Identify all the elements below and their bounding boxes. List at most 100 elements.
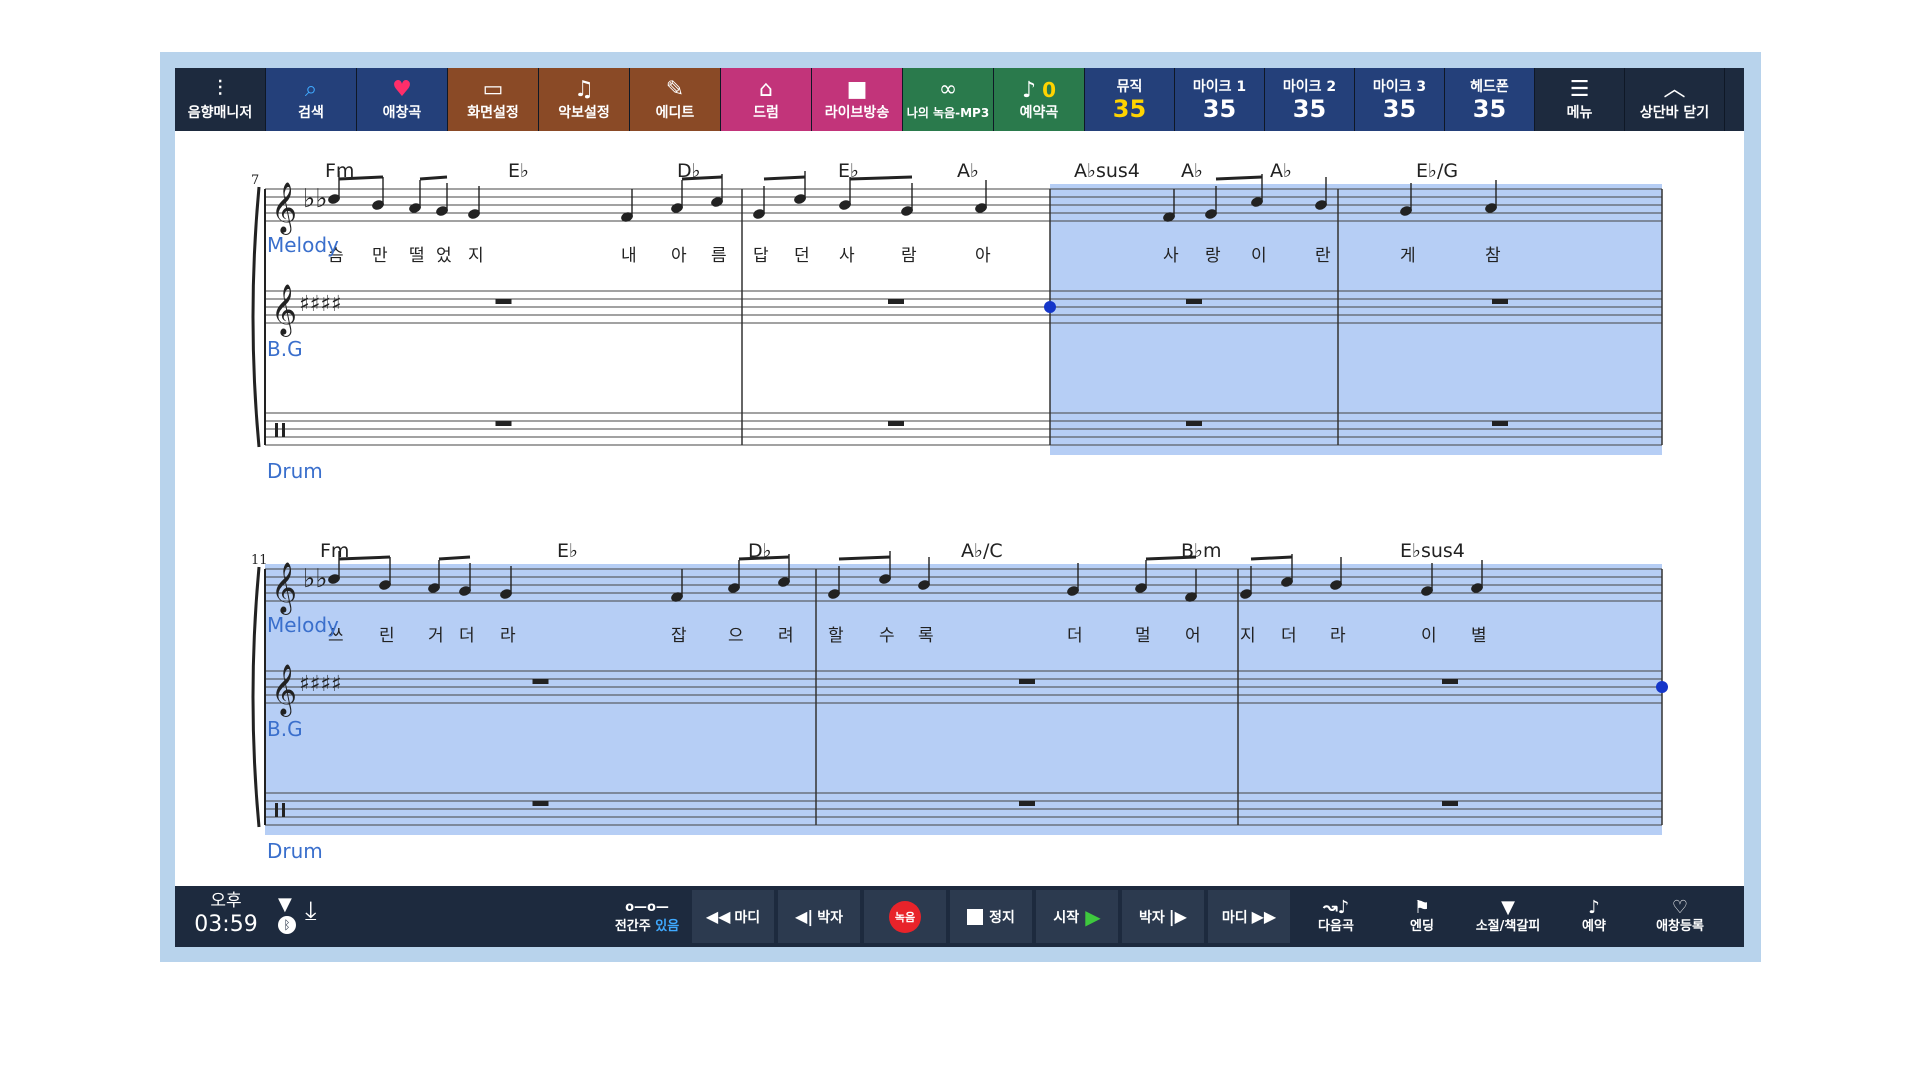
favorite-add-label: 애창등록 <box>1656 919 1704 934</box>
chord-symbol: E♭ <box>557 540 578 562</box>
stop-button[interactable]: 정지 <box>950 890 1032 943</box>
bookmark-label: 소절/책갈피 <box>1475 919 1541 934</box>
toolbar-button-video-camera[interactable]: ■ 라이브방송 <box>812 68 903 131</box>
level-5[interactable]: 헤드폰 35 <box>1445 68 1535 131</box>
level-label: 마이크 2 <box>1282 78 1337 95</box>
toolbar-button-drum[interactable]: ⌂ 드럼 <box>721 68 812 131</box>
level-value: 35 <box>1472 94 1507 123</box>
lyric-syllable: 던 <box>794 246 810 266</box>
whole-rest <box>532 801 549 806</box>
next-measure-button[interactable]: 마디 ▶▶ <box>1208 890 1290 943</box>
start-label: 시작 <box>1053 909 1080 926</box>
lyric-syllable: 내 <box>621 246 637 266</box>
reserve-label: 예약 <box>1582 919 1606 934</box>
toolbar-label: 악보설정 <box>558 104 610 121</box>
note-beam <box>849 175 913 181</box>
lyric-syllable: 게 <box>1400 246 1416 266</box>
toolbar-button-edit[interactable]: ✎ 에디트 <box>630 68 721 131</box>
lyric-syllable: 라 <box>1330 626 1346 646</box>
instrument-label-bg: B.G <box>267 717 303 741</box>
clock-time: 03:59 <box>194 912 258 937</box>
chord-symbol: E♭ <box>838 160 859 182</box>
menu-button[interactable]: ☰ 메뉴 <box>1535 68 1625 131</box>
next-song-button[interactable]: ↝♪ 다음곡 <box>1295 890 1377 943</box>
lyric-syllable: 아 <box>671 246 687 266</box>
playhead-dot <box>1656 681 1668 693</box>
level-value: 35 <box>1112 94 1147 123</box>
whole-rest <box>1186 421 1202 426</box>
instrument-label-bg: B.G <box>267 337 303 361</box>
prev-beat-label: 박자 <box>817 909 843 926</box>
play-icon: ▶ <box>1085 904 1101 929</box>
heart-plus-icon: ♡ <box>1671 897 1689 918</box>
favorite-add-button[interactable]: ♡ 애창등록 <box>1639 890 1721 943</box>
tape-icon: ∞ <box>938 76 958 102</box>
system-bracket <box>251 566 261 828</box>
lyric-syllable: 더 <box>1067 626 1083 646</box>
reserve-icon: ♪ 0 <box>1022 77 1056 103</box>
toolbar-button-sliders[interactable]: ⫶ 음향매니저 <box>175 68 266 131</box>
toolbar-button-tape[interactable]: ∞ 나의 녹음-MP3 <box>903 68 994 131</box>
ending-button[interactable]: ⚑ 엔딩 <box>1381 890 1463 943</box>
level-4[interactable]: 마이크 3 35 <box>1355 68 1445 131</box>
level-3[interactable]: 마이크 2 35 <box>1265 68 1355 131</box>
key-signature: ♭♭ <box>303 184 328 214</box>
level-1[interactable]: 뮤직 35 <box>1085 68 1175 131</box>
lyric-syllable: 더 <box>1281 626 1297 646</box>
next-beat-button[interactable]: 박자 |▶ <box>1122 890 1204 943</box>
lyric-syllable: 려 <box>778 626 794 646</box>
intro-toggle-button[interactable]: o—o— 전간주 있음 <box>607 890 687 943</box>
level-2[interactable]: 마이크 1 35 <box>1175 68 1265 131</box>
lyric-syllable: 어 <box>1185 626 1201 646</box>
lyric-syllable: 아 <box>975 246 991 266</box>
toolbar-button-search[interactable]: ⌕ 검색 <box>266 68 357 131</box>
score-area: 𝄞 𝄞 ♭♭ ♯♯♯♯ 𝄞 𝄞 ♭♭ ♯♯♯♯ 7 Fm E♭ D♭ E♭ A♭ A♭sus4 A♭ A♭ E♭… <box>175 131 1744 886</box>
start-button[interactable]: 시작 ▶ <box>1036 890 1118 943</box>
prev-measure-label: 마디 <box>734 909 761 926</box>
prev-beat-button[interactable]: ◀| 박자 <box>778 890 860 943</box>
search-icon: ⌕ <box>304 76 318 102</box>
chevron-up-icon: ︿ <box>1663 76 1686 102</box>
note-beam <box>438 555 471 561</box>
download-icon[interactable]: ⤓ <box>305 896 317 926</box>
level-label: 헤드폰 <box>1470 78 1509 95</box>
measure-number: 7 <box>251 173 260 188</box>
lyric-syllable: 린 <box>379 626 395 646</box>
percussion-clef-icon <box>282 423 285 437</box>
treble-clef-icon: 𝄞 <box>271 284 297 337</box>
level-label: 마이크 3 <box>1372 78 1427 95</box>
reserve-button[interactable]: ♪ 예약 <box>1553 890 1635 943</box>
chord-symbol: E♭ <box>508 160 529 182</box>
bookmark-button[interactable]: ▼ 소절/책갈피 <box>1467 890 1549 943</box>
selection-highlight <box>265 564 1662 835</box>
lyric-syllable: 이 <box>1421 626 1437 646</box>
prev-beat-icon: ◀| <box>795 907 814 926</box>
toolbar-button-reserve[interactable]: ♪ 0 예약곡 <box>994 68 1085 131</box>
toolbar-button-monitor[interactable]: ▭ 화면설정 <box>448 68 539 131</box>
whole-rest <box>888 421 904 426</box>
lyric-syllable: 더 <box>459 626 475 646</box>
intro-label: 전간주 <box>614 919 651 934</box>
whole-rest <box>1492 299 1508 304</box>
close-top-bar-button[interactable]: ︿ 상단바 닫기 <box>1625 68 1725 131</box>
playhead-dot <box>1044 301 1056 313</box>
bookmark-icon: ▼ <box>1501 897 1515 918</box>
note-beam <box>1215 175 1263 181</box>
prev-measure-button[interactable]: ◀◀ 마디 <box>692 890 774 943</box>
chord-symbol: D♭ <box>748 540 772 562</box>
toolbar-button-heart[interactable]: ♥ 애창곡 <box>357 68 448 131</box>
toolbar-label: 음향매니저 <box>187 104 253 121</box>
key-signature: ♯♯♯♯ <box>299 292 342 317</box>
lyric-syllable: 별 <box>1471 626 1487 646</box>
toolbar-label: 드럼 <box>753 104 779 121</box>
record-button[interactable]: 녹음 <box>864 890 946 943</box>
instrument-label-melody: Melody <box>267 233 339 257</box>
lyric-syllable: 었 <box>436 246 452 266</box>
toolbar-button-music-note[interactable]: ♫ 악보설정 <box>539 68 630 131</box>
wifi-icon: ▼ <box>278 894 292 915</box>
lyric-syllable: 참 <box>1485 246 1501 266</box>
whole-rest <box>1442 679 1458 684</box>
rewind-icon: ◀◀ <box>705 907 731 926</box>
bottom-toolbar: 오후 03:59 ▼ ᛒ ⤓ o—o— 전간주 있음 ◀◀ 마디 ◀| 박자 녹음 … <box>175 886 1744 947</box>
note-beam <box>838 555 891 561</box>
